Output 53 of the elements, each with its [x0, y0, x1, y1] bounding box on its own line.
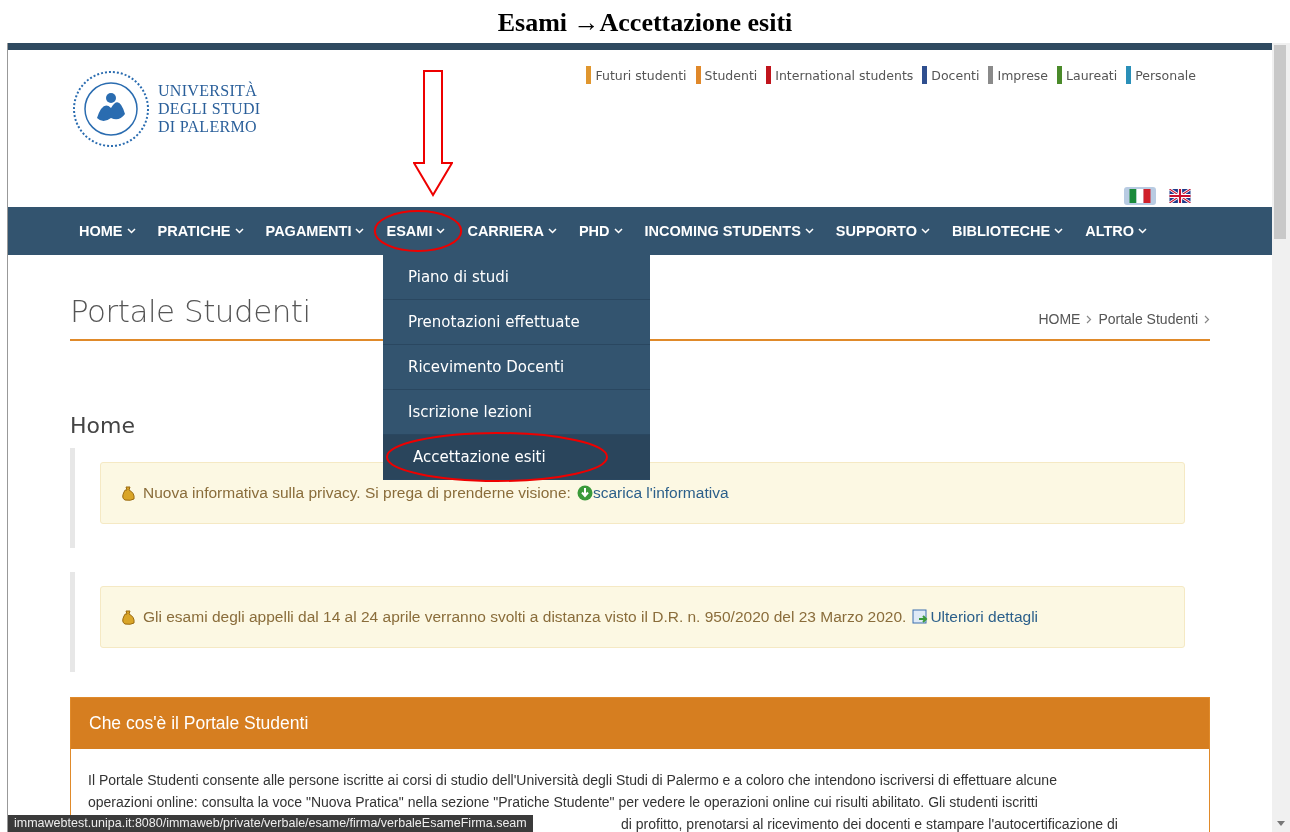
alert-text: Gli esami degli appelli dal 14 al 24 aprile verranno svolti a distanza visto il D.R. n. 950/2020 del 23 Marzo 2020. [143, 608, 907, 626]
page-title: Portale Studenti [70, 293, 311, 329]
scrollbar[interactable] [1272, 43, 1290, 832]
download-icon [576, 485, 593, 501]
scroll-down-arrow-icon[interactable] [1277, 821, 1285, 826]
document-heading: Esami →Accettazione esiti [496, 7, 794, 39]
nav-menu-item[interactable]: CARRIERA [467, 223, 557, 239]
caret-icon [436, 228, 446, 234]
university-name: UNIVERSITÀ DEGLI STUDI DI PALERMO [158, 82, 261, 136]
nav-menu-item[interactable]: BIBLIOTECHE [951, 223, 1064, 239]
alert-text: Nuova informativa sulla privacy. Si prega di prenderne visione: [143, 484, 571, 502]
caret-icon [920, 228, 930, 234]
university-seal-icon [72, 70, 150, 148]
dropdown-menu-item[interactable]: Piano di studi [383, 255, 650, 300]
audience-link[interactable]: Docenti [922, 66, 980, 84]
dropdown-menu-item[interactable]: Prenotazioni effettuate [383, 300, 650, 345]
language-flag[interactable] [1124, 187, 1156, 205]
audience-link[interactable]: Personale [1126, 66, 1196, 84]
alert-link[interactable]: scarica l'informativa [592, 484, 729, 502]
audience-link[interactable]: Imprese [988, 66, 1049, 84]
breadcrumb-link[interactable]: Portale Studenti [1098, 311, 1198, 327]
caret-icon [1054, 228, 1064, 234]
audience-link[interactable]: Futuri studenti [586, 66, 687, 84]
nav-menu-item[interactable]: PHD [578, 223, 623, 239]
section-title: Home [70, 413, 135, 438]
caret-icon [1138, 228, 1148, 234]
audience-link[interactable]: International students [766, 66, 914, 84]
alert-link[interactable]: Ulteriori dettagli [930, 608, 1039, 626]
nav-menu-item[interactable]: ALTRO [1085, 223, 1148, 239]
caret-icon [613, 228, 623, 234]
audience-link[interactable]: Studenti [695, 66, 758, 84]
chevron-icon [1086, 314, 1093, 324]
dropdown-menu-item[interactable]: Ricevimento Docenti [383, 345, 650, 390]
breadcrumb-link[interactable]: HOME [1038, 311, 1081, 327]
chevron-icon [1204, 314, 1210, 324]
caret-icon [547, 228, 557, 234]
caret-icon [355, 228, 365, 234]
nav-menu-item[interactable]: PRATICHE [157, 223, 244, 239]
status-url-tooltip: immawebtest.unipa.it:8080/immaweb/private/verbale/esame/firma/verbaleEsameFirma.seam [8, 815, 533, 832]
panel-paragraph-fragment: di profitto, prenotarsi al ricevimento dei docenti e stampare l'autocertificazione di [621, 815, 1118, 832]
nav-menu-item[interactable]: INCOMING STUDENTS [644, 223, 814, 239]
nav-menu-item[interactable]: HOME [79, 223, 136, 239]
money-bag-icon [119, 608, 137, 626]
dropdown-menu-item[interactable]: Accettazione esiti [383, 435, 650, 480]
caret-icon [804, 228, 814, 234]
caret-icon [234, 228, 244, 234]
nav-menu-item[interactable]: SUPPORTO [835, 223, 930, 239]
nav-menu-item[interactable]: PAGAMENTI [265, 223, 365, 239]
audience-link[interactable]: Laureati [1057, 66, 1118, 84]
money-bag-icon [119, 484, 137, 502]
caret-icon [126, 228, 136, 234]
panel-title: Che cos'è il Portale Studenti [71, 698, 1209, 749]
scrollbar-thumb[interactable] [1274, 45, 1286, 239]
